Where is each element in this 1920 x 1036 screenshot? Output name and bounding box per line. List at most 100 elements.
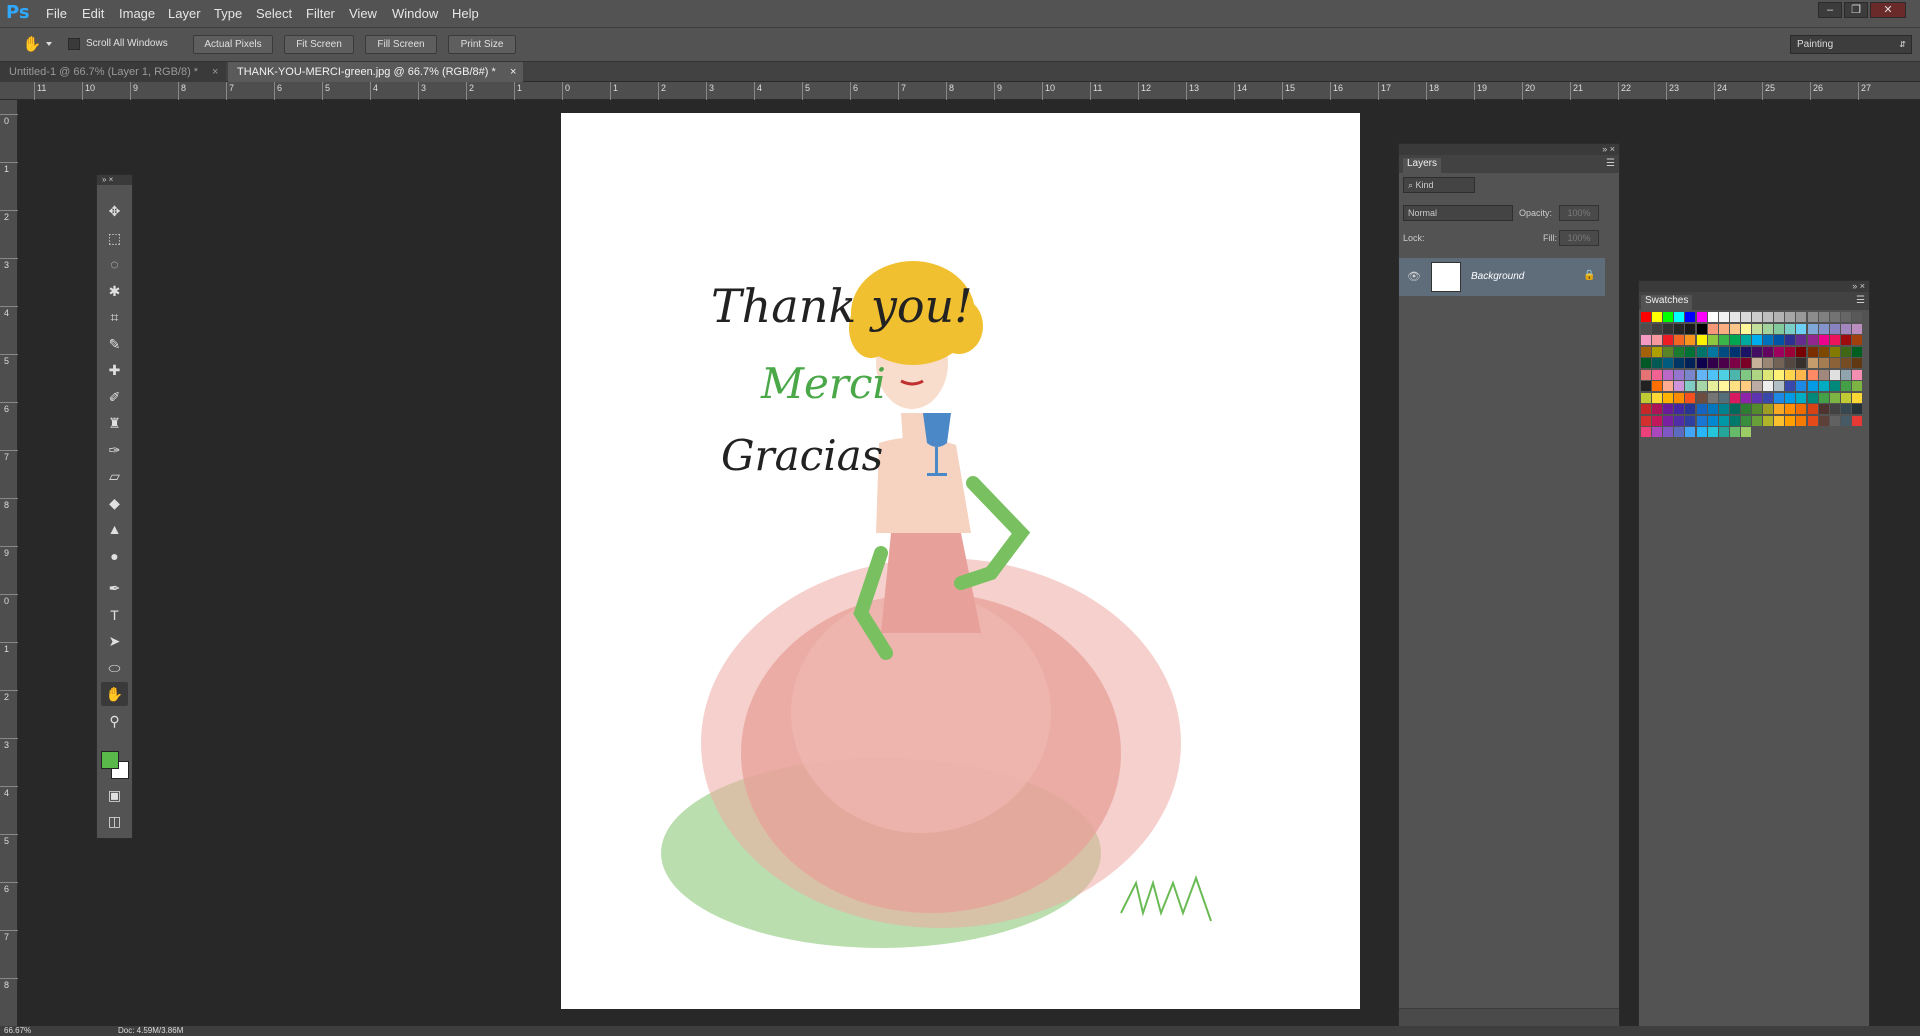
swatch[interactable] xyxy=(1829,323,1840,334)
swatch[interactable] xyxy=(1718,358,1729,368)
swatch[interactable] xyxy=(1796,335,1807,345)
swatch[interactable] xyxy=(1763,369,1774,380)
swatch[interactable] xyxy=(1796,312,1807,322)
swatch[interactable] xyxy=(1663,323,1674,334)
swatch[interactable] xyxy=(1652,427,1663,437)
swatch[interactable] xyxy=(1652,392,1663,403)
swatch[interactable] xyxy=(1663,392,1674,403)
swatch[interactable] xyxy=(1774,323,1785,334)
swatch[interactable] xyxy=(1729,312,1740,322)
swatch[interactable] xyxy=(1718,312,1729,322)
swatch[interactable] xyxy=(1707,381,1718,391)
swatch[interactable] xyxy=(1696,335,1707,345)
swatch[interactable] xyxy=(1729,369,1740,380)
swatch[interactable] xyxy=(1707,312,1718,322)
hand-icon[interactable]: ✋ xyxy=(101,682,128,706)
swatch[interactable] xyxy=(1763,346,1774,357)
swatch[interactable] xyxy=(1840,358,1851,368)
menu-help[interactable]: Help xyxy=(452,6,479,21)
swatch[interactable] xyxy=(1674,404,1685,414)
close-icon[interactable]: ✕ xyxy=(1870,2,1906,18)
swatch[interactable] xyxy=(1829,335,1840,345)
swatch[interactable] xyxy=(1763,404,1774,414)
swatch[interactable] xyxy=(1774,346,1785,357)
swatch[interactable] xyxy=(1818,415,1829,426)
opacity-field[interactable]: 100% xyxy=(1559,205,1599,221)
swatch[interactable] xyxy=(1818,369,1829,380)
pen-icon[interactable]: ✒ xyxy=(101,576,128,600)
swatch[interactable] xyxy=(1763,312,1774,322)
path-selection-icon[interactable]: ➤ xyxy=(101,629,128,653)
swatch[interactable] xyxy=(1740,404,1751,414)
swatch[interactable] xyxy=(1641,369,1651,380)
swatch[interactable] xyxy=(1752,369,1762,380)
close-icon[interactable]: × xyxy=(510,62,516,82)
swatch[interactable] xyxy=(1807,335,1818,345)
swatch[interactable] xyxy=(1829,369,1840,380)
document-canvas[interactable]: Thank you! Merci Gracias xyxy=(561,113,1360,1009)
swatch[interactable] xyxy=(1729,404,1740,414)
swatch[interactable] xyxy=(1796,381,1807,391)
swatch[interactable] xyxy=(1785,415,1796,426)
swatch[interactable] xyxy=(1851,346,1862,357)
swatch[interactable] xyxy=(1729,335,1740,345)
swatch[interactable] xyxy=(1785,323,1796,334)
swatch[interactable] xyxy=(1740,415,1751,426)
swatch[interactable] xyxy=(1729,346,1740,357)
swatch[interactable] xyxy=(1641,335,1651,345)
swatch[interactable] xyxy=(1740,335,1751,345)
swatch[interactable] xyxy=(1774,335,1785,345)
swatch[interactable] xyxy=(1785,312,1796,322)
menu-edit[interactable]: Edit xyxy=(82,6,104,21)
swatch[interactable] xyxy=(1763,415,1774,426)
swatch[interactable] xyxy=(1807,358,1818,368)
swatch[interactable] xyxy=(1740,312,1751,322)
swatch[interactable] xyxy=(1807,323,1818,334)
ellipse-icon[interactable]: ⬭ xyxy=(101,656,128,680)
swatch[interactable] xyxy=(1763,381,1774,391)
swatch[interactable] xyxy=(1674,346,1685,357)
swatch[interactable] xyxy=(1707,427,1718,437)
swatch[interactable] xyxy=(1807,369,1818,380)
swatch[interactable] xyxy=(1696,358,1707,368)
swatch[interactable] xyxy=(1729,323,1740,334)
swatch[interactable] xyxy=(1774,369,1785,380)
swatch[interactable] xyxy=(1752,381,1762,391)
swatch[interactable] xyxy=(1707,415,1718,426)
swatch[interactable] xyxy=(1707,369,1718,380)
hand-icon[interactable]: ✋ xyxy=(22,35,42,55)
swatch[interactable] xyxy=(1707,323,1718,334)
swatch[interactable] xyxy=(1707,392,1718,403)
type-icon[interactable]: T xyxy=(101,603,128,627)
zoom-icon[interactable]: ⚲ xyxy=(101,709,128,733)
swatch[interactable] xyxy=(1663,427,1674,437)
swatch[interactable] xyxy=(1807,381,1818,391)
swatch[interactable] xyxy=(1840,369,1851,380)
swatch[interactable] xyxy=(1685,312,1696,322)
foreground-color-swatch[interactable] xyxy=(101,751,119,769)
swatch[interactable] xyxy=(1652,369,1663,380)
swatch[interactable] xyxy=(1807,346,1818,357)
swatch[interactable] xyxy=(1685,335,1696,345)
fill-field[interactable]: 100% xyxy=(1559,230,1599,246)
swatch[interactable] xyxy=(1641,415,1651,426)
swatch[interactable] xyxy=(1696,427,1707,437)
swatch[interactable] xyxy=(1652,323,1663,334)
swatch[interactable] xyxy=(1796,392,1807,403)
eyedropper-icon[interactable]: ✎ xyxy=(101,332,128,356)
swatch[interactable] xyxy=(1641,346,1651,357)
layer-row-background[interactable]: 👁 Background 🔒 xyxy=(1399,258,1605,296)
swatch[interactable] xyxy=(1641,323,1651,334)
swatch[interactable] xyxy=(1685,427,1696,437)
swatch[interactable] xyxy=(1829,404,1840,414)
swatch[interactable] xyxy=(1763,335,1774,345)
panel-header[interactable]: » × xyxy=(1639,281,1869,292)
swatch[interactable] xyxy=(1818,392,1829,403)
swatch[interactable] xyxy=(1774,415,1785,426)
swatch[interactable] xyxy=(1840,381,1851,391)
swatch[interactable] xyxy=(1685,381,1696,391)
screen-mode-icon[interactable]: ◫ xyxy=(101,809,128,833)
swatch[interactable] xyxy=(1718,369,1729,380)
swatch[interactable] xyxy=(1763,358,1774,368)
swatch[interactable] xyxy=(1796,404,1807,414)
